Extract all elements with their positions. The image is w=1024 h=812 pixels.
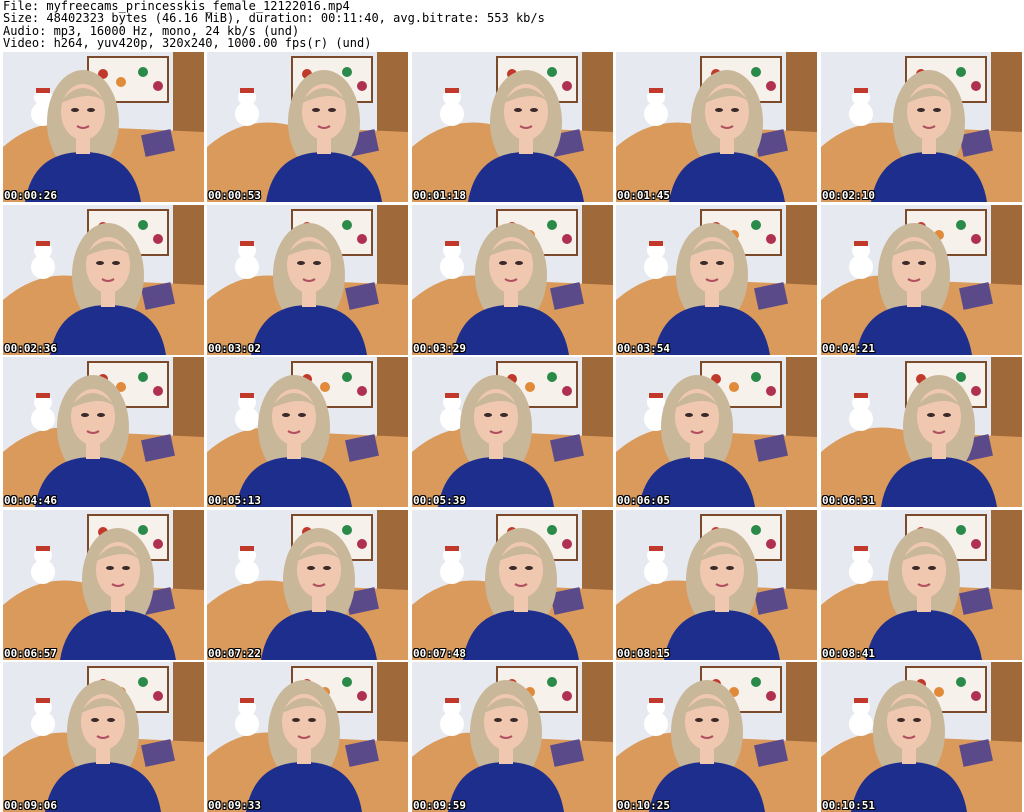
video-thumbnail: 00:09:33 [207, 662, 408, 812]
video-thumbnail: 00:10:25 [616, 662, 817, 812]
video-frame [412, 510, 613, 660]
thumbnail-timestamp: 00:01:45 [617, 189, 670, 202]
video-thumbnail: 00:06:05 [616, 357, 817, 507]
thumbnail-timestamp: 00:09:06 [4, 799, 57, 812]
video-frame [616, 205, 817, 355]
thumbnail-timestamp: 00:08:15 [617, 647, 670, 660]
thumbnail-timestamp: 00:03:54 [617, 342, 670, 355]
thumbnail-timestamp: 00:03:29 [413, 342, 466, 355]
video-frame [821, 662, 1022, 812]
video-frame [616, 510, 817, 660]
video-info-line: Video: h264, yuv420p, 320x240, 1000.00 f… [3, 36, 372, 51]
thumbnail-timestamp: 00:10:51 [822, 799, 875, 812]
video-thumbnail: 00:01:18 [412, 52, 613, 202]
thumbnail-timestamp: 00:09:33 [208, 799, 261, 812]
thumbnail-grid: 00:00:26 00:00:53 00:01:18 00:01:45 00:02:10… [3, 52, 1023, 812]
thumbnail-timestamp: 00:07:22 [208, 647, 261, 660]
video-thumbnail: 00:10:51 [821, 662, 1022, 812]
video-thumbnail: 00:08:15 [616, 510, 817, 660]
thumbnail-timestamp: 00:00:53 [208, 189, 261, 202]
video-thumbnail: 00:06:31 [821, 357, 1022, 507]
video-frame [821, 52, 1022, 202]
video-thumbnail: 00:03:54 [616, 205, 817, 355]
video-frame [207, 510, 408, 660]
thumbnail-timestamp: 00:02:10 [822, 189, 875, 202]
video-thumbnail: 00:00:53 [207, 52, 408, 202]
thumbnail-timestamp: 00:01:18 [413, 189, 466, 202]
video-thumbnail: 00:00:26 [3, 52, 204, 202]
video-frame [412, 357, 613, 507]
video-frame [412, 52, 613, 202]
thumbnail-timestamp: 00:06:57 [4, 647, 57, 660]
video-thumbnail: 00:03:02 [207, 205, 408, 355]
video-thumbnail: 00:07:22 [207, 510, 408, 660]
video-thumbnail: 00:02:10 [821, 52, 1022, 202]
video-frame [3, 357, 204, 507]
video-thumbnail: 00:08:41 [821, 510, 1022, 660]
thumbnail-timestamp: 00:04:46 [4, 494, 57, 507]
video-frame [3, 510, 204, 660]
video-frame [3, 662, 204, 812]
thumbnail-timestamp: 00:05:39 [413, 494, 466, 507]
video-frame [207, 52, 408, 202]
video-frame [616, 357, 817, 507]
video-frame [412, 662, 613, 812]
thumbnail-timestamp: 00:02:36 [4, 342, 57, 355]
thumbnail-timestamp: 00:08:41 [822, 647, 875, 660]
thumbnail-timestamp: 00:06:31 [822, 494, 875, 507]
video-thumbnail: 00:04:21 [821, 205, 1022, 355]
thumbnail-timestamp: 00:06:05 [617, 494, 670, 507]
thumbnail-timestamp: 00:09:59 [413, 799, 466, 812]
video-frame [821, 510, 1022, 660]
thumbnail-timestamp: 00:00:26 [4, 189, 57, 202]
video-thumbnail: 00:09:06 [3, 662, 204, 812]
video-frame [207, 662, 408, 812]
video-thumbnail: 00:04:46 [3, 357, 204, 507]
video-thumbnail: 00:09:59 [412, 662, 613, 812]
video-frame [616, 52, 817, 202]
file-size-line: Size: 48402323 bytes (46.16 MiB), durati… [3, 11, 545, 26]
video-frame [3, 52, 204, 202]
thumbnail-timestamp: 00:04:21 [822, 342, 875, 355]
thumbnail-timestamp: 00:03:02 [208, 342, 261, 355]
video-thumbnail: 00:07:48 [412, 510, 613, 660]
video-frame [3, 205, 204, 355]
video-frame [207, 205, 408, 355]
video-frame [821, 357, 1022, 507]
video-thumbnail: 00:02:36 [3, 205, 204, 355]
video-thumbnail: 00:05:39 [412, 357, 613, 507]
thumbnail-timestamp: 00:07:48 [413, 647, 466, 660]
file-info-header: File: myfreecams_princesskis_female_1212… [3, 0, 1021, 50]
thumbnail-timestamp: 00:10:25 [617, 799, 670, 812]
video-frame [821, 205, 1022, 355]
video-frame [207, 357, 408, 507]
video-thumbnail: 00:06:57 [3, 510, 204, 660]
video-frame [412, 205, 613, 355]
video-thumbnail: 00:01:45 [616, 52, 817, 202]
video-thumbnail: 00:05:13 [207, 357, 408, 507]
video-frame [616, 662, 817, 812]
video-thumbnail: 00:03:29 [412, 205, 613, 355]
thumbnail-timestamp: 00:05:13 [208, 494, 261, 507]
